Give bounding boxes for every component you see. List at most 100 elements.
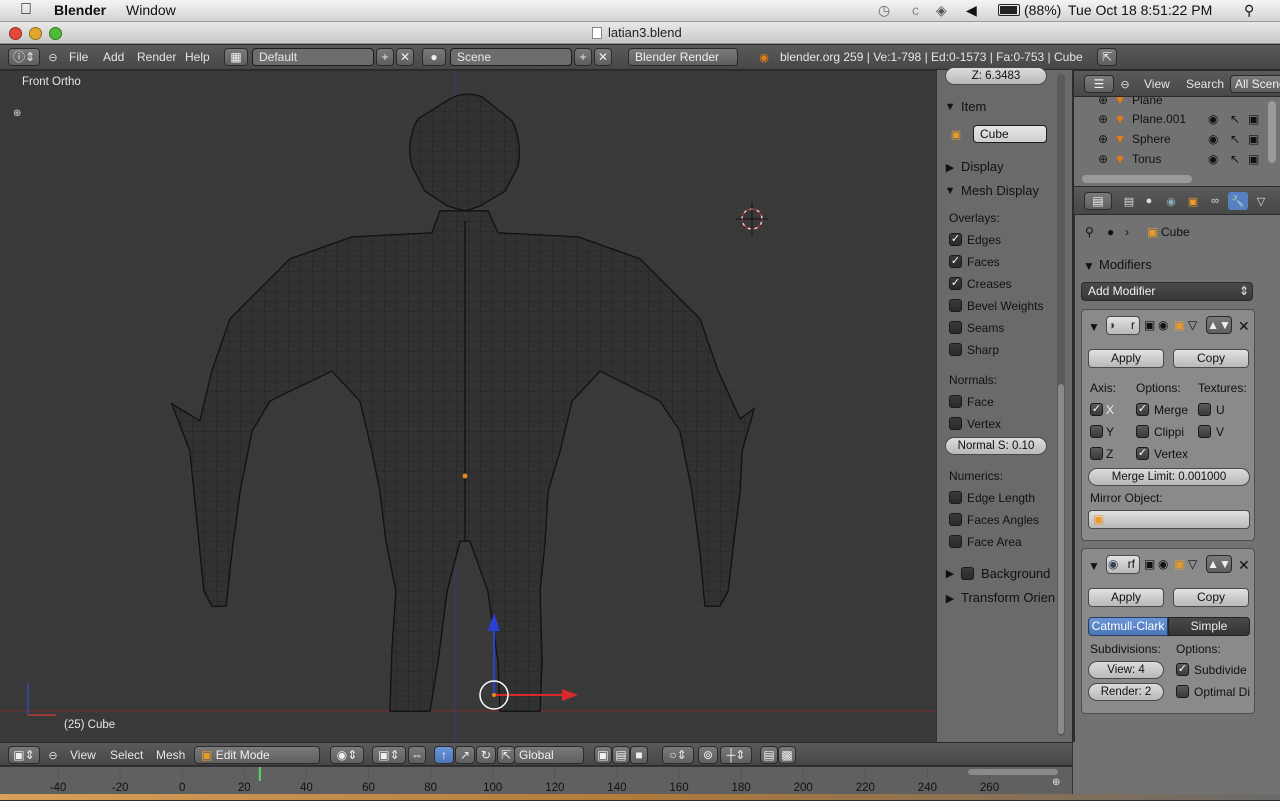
wifi-icon[interactable]: ◈ (936, 2, 947, 19)
app-menu[interactable]: Blender (54, 2, 106, 18)
subsurf-viewport-toggle-icon[interactable]: ◉ (1158, 557, 1168, 571)
add-modifier-select[interactable]: Add Modifier (1081, 282, 1253, 301)
mesh-display-section-title[interactable]: Mesh Display (961, 183, 1039, 198)
menu-file[interactable]: File (69, 50, 88, 64)
outliner-row[interactable]: ⊕ ▼ Plane.001 ◉ ↖ ▣ (1074, 109, 1270, 129)
spotlight-icon[interactable]: ⚲ (1244, 2, 1254, 19)
faces-angles-checkbox[interactable] (949, 513, 962, 526)
snap-element-select[interactable]: ┼⇕ (720, 746, 752, 764)
mirror-copy-button[interactable]: Copy (1173, 349, 1249, 368)
outliner-expand-icon[interactable]: ⊕ (1098, 112, 1108, 126)
outliner-row[interactable]: ⊕ ▼ Torus ◉ ↖ ▣ (1074, 149, 1270, 169)
outliner-display-mode-select[interactable]: All Scene (1230, 75, 1280, 93)
transform-orient-expand-icon[interactable]: ▶ (945, 592, 955, 605)
vertex-select-mode-button[interactable]: ▣ (594, 746, 612, 764)
outliner-editor-type-button[interactable]: ☰ (1084, 75, 1114, 93)
render-tab-icon[interactable]: ▤ (1120, 193, 1138, 209)
outliner-expand-icon[interactable]: ⊕ (1098, 132, 1108, 146)
axis-y-checkbox[interactable] (1090, 425, 1103, 438)
menu-add[interactable]: Add (103, 50, 124, 64)
outliner-menu-search[interactable]: Search (1186, 77, 1224, 91)
mirror-viewport-toggle-icon[interactable]: ◉ (1158, 318, 1168, 332)
subsurf-move-up-down-button[interactable]: ▲▼ (1206, 555, 1232, 573)
delete-scene-button[interactable]: ✕ (594, 48, 612, 66)
outliner-row[interactable]: ⊕ ▼ Plane (1074, 97, 1270, 109)
outliner-item-label[interactable]: Plane (1132, 97, 1163, 107)
viewport-shading-select[interactable]: ◉⇕ (330, 746, 364, 764)
renderable-camera-icon[interactable]: ▣ (1248, 132, 1259, 146)
modifiers-tab-icon[interactable]: 🔧 (1228, 192, 1248, 210)
item-expand-icon[interactable]: ▼ (945, 101, 956, 113)
merge-checkbox[interactable]: ✓ (1136, 403, 1149, 416)
transform-orientation-select[interactable]: Global (514, 746, 584, 764)
renderable-camera-icon[interactable]: ▣ (1248, 112, 1259, 126)
subdivide-uvs-checkbox[interactable]: ✓ (1176, 663, 1189, 676)
view3d-menu-select[interactable]: Select (110, 748, 143, 762)
display-section-title[interactable]: Display (961, 159, 1004, 174)
vertex-normals-checkbox[interactable] (949, 417, 962, 430)
battery-icon[interactable] (998, 4, 1020, 16)
snap-toggle[interactable]: ⊚ (698, 746, 718, 764)
pivot-point-select[interactable]: ▣⇕ (372, 746, 406, 764)
outliner-item-label[interactable]: Torus (1132, 152, 1161, 166)
background-expand-icon[interactable]: ▶ (945, 567, 955, 580)
outliner-vscrollbar[interactable] (1268, 101, 1276, 163)
edges-checkbox[interactable]: ✓ (949, 233, 962, 246)
selectable-cursor-icon[interactable]: ↖ (1230, 132, 1240, 146)
face-normals-checkbox[interactable] (949, 395, 962, 408)
location-z-field[interactable]: Z: 6.3483 (945, 67, 1047, 85)
edge-length-checkbox[interactable] (949, 491, 962, 504)
editor-type-info-button[interactable]: ⓘ⇕ (8, 48, 40, 66)
face-area-checkbox[interactable] (949, 535, 962, 548)
seams-checkbox[interactable] (949, 321, 962, 334)
minimize-window-button[interactable] (29, 27, 42, 40)
normal-size-field[interactable]: Normal S: 0.10 (945, 437, 1047, 455)
renderable-camera-icon[interactable]: ▣ (1248, 152, 1259, 166)
window-menu[interactable]: Window (126, 2, 176, 18)
zoom-window-button[interactable] (49, 27, 62, 40)
viewport-canvas[interactable]: ⊕ (0, 71, 936, 742)
screen-layout-icon[interactable]: ▦ (224, 48, 248, 66)
mirror-cage-toggle-icon[interactable]: ▽ (1188, 318, 1197, 332)
pin-icon[interactable]: ⚲ (1085, 225, 1094, 239)
axis-x-checkbox[interactable]: ✓ (1090, 403, 1103, 416)
clock[interactable]: Tue Oct 18 8:51:22 PM (1068, 2, 1212, 18)
axis-z-checkbox[interactable] (1090, 447, 1103, 460)
translate-arrow-icon[interactable]: ↗ (455, 746, 475, 764)
proportional-edit-select[interactable]: ○⇕ (662, 746, 694, 764)
subsurf-apply-button[interactable]: Apply (1088, 588, 1164, 607)
selectable-cursor-icon[interactable]: ↖ (1230, 152, 1240, 166)
menu-help[interactable]: Help (185, 50, 210, 64)
data-tab-icon[interactable]: ▽ (1252, 193, 1270, 209)
mirror-collapse-icon[interactable]: ▼ (1088, 320, 1100, 334)
subsurf-render-toggle-icon[interactable]: ▣ (1144, 557, 1155, 571)
scene-icon[interactable]: ● (422, 48, 446, 66)
collapse-icon[interactable]: ⊖ (46, 50, 60, 64)
timeline-scrollbar[interactable] (968, 769, 1058, 775)
view3d-menu-mesh[interactable]: Mesh (156, 748, 185, 762)
outliner-collapse-icon[interactable]: ⊖ (1118, 77, 1132, 91)
properties-editor-type-button[interactable]: ▤ (1084, 192, 1112, 210)
face-select-mode-button[interactable]: ■ (630, 746, 648, 764)
volume-icon[interactable]: ◀ (966, 2, 977, 19)
modifiers-section-title[interactable]: Modifiers (1099, 257, 1152, 272)
merge-limit-field[interactable]: Merge Limit: 0.001000 (1088, 468, 1250, 486)
creases-checkbox[interactable]: ✓ (949, 277, 962, 290)
mirror-move-up-down-button[interactable]: ▲▼ (1206, 316, 1232, 334)
subsurf-collapse-icon[interactable]: ▼ (1088, 559, 1100, 573)
view3d-editor-type-button[interactable]: ▣⇕ (8, 746, 40, 764)
mirror-editmode-toggle-icon[interactable]: ▣ (1174, 318, 1185, 332)
add-layout-button[interactable]: + (376, 48, 394, 66)
bluetooth-icon[interactable]: ϲ (912, 2, 919, 18)
viewport-3d[interactable]: ⊕ Front Ortho (25) Cube (0, 71, 936, 742)
texture-u-checkbox[interactable] (1198, 403, 1211, 416)
outliner-item-label[interactable]: Plane.001 (1132, 112, 1186, 126)
render-engine-select[interactable]: Blender Render (628, 48, 738, 66)
simple-toggle[interactable]: Simple (1168, 617, 1250, 636)
subsurf-render-levels-field[interactable]: Render: 2 (1088, 683, 1164, 701)
outliner-row[interactable]: ⊕ ▼ Sphere ◉ ↖ ▣ (1074, 129, 1270, 149)
selectable-cursor-icon[interactable]: ↖ (1230, 112, 1240, 126)
transform-orient-section-title[interactable]: Transform Orient (961, 590, 1055, 605)
outliner-expand-icon[interactable]: ⊕ (1098, 97, 1108, 107)
apple-icon[interactable]:  (20, 1, 32, 19)
